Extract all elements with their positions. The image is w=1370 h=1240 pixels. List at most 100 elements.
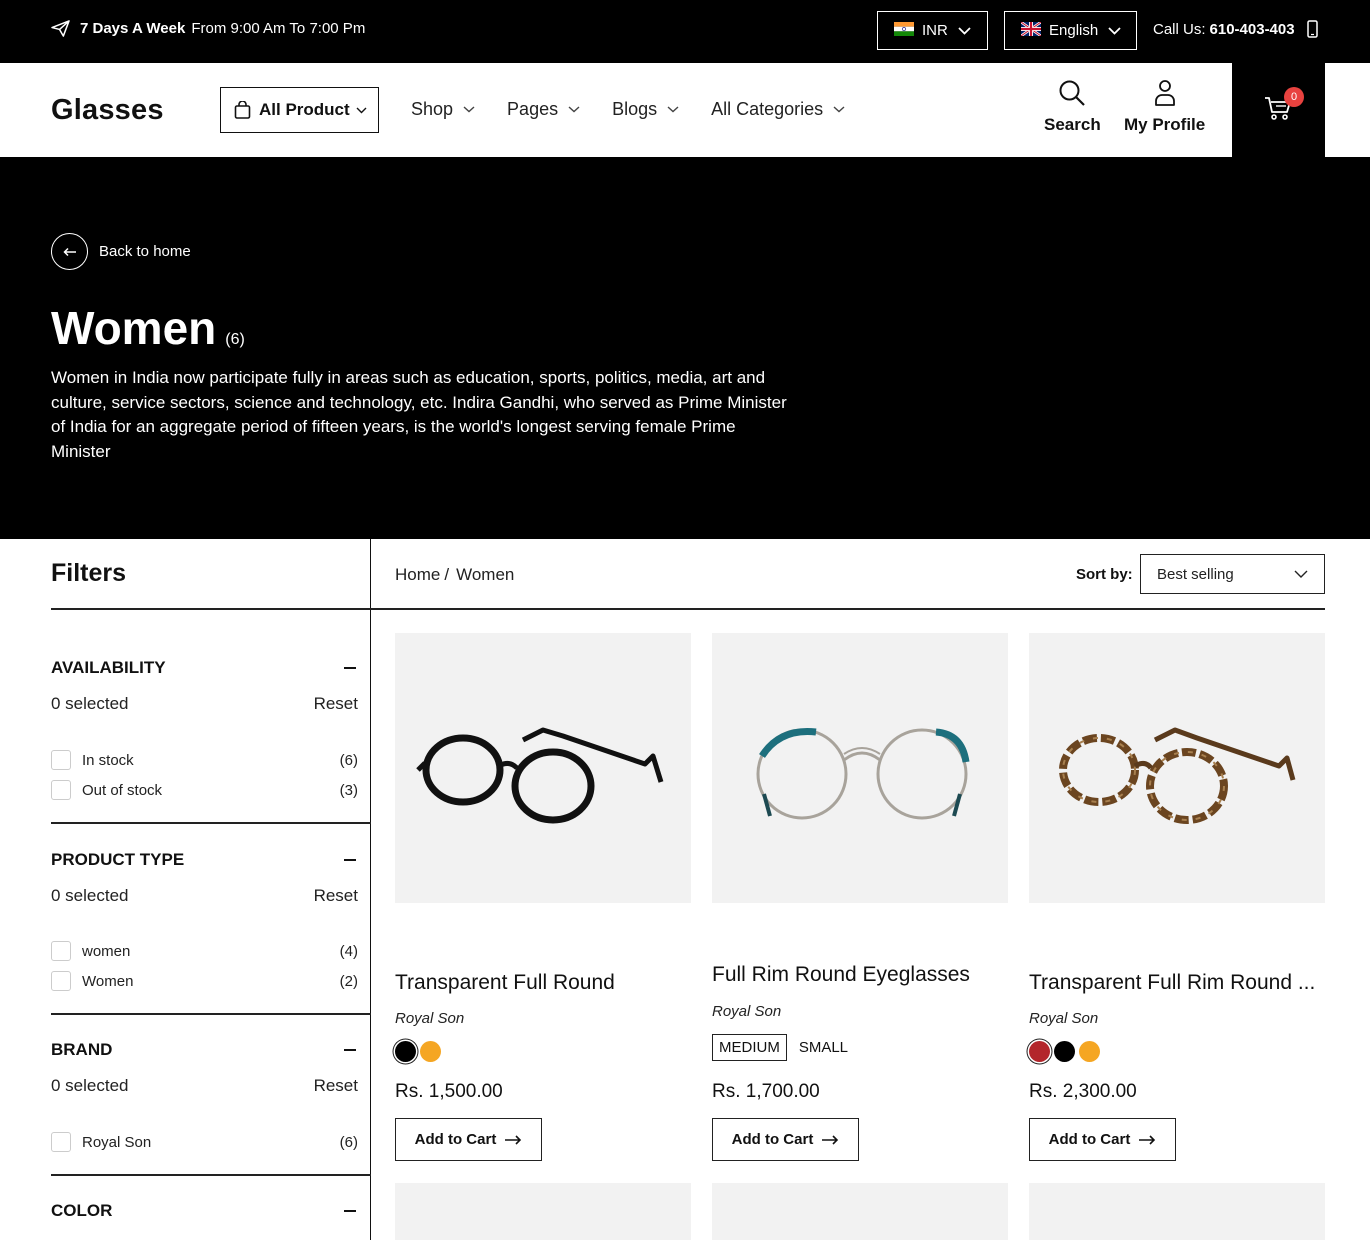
size-option-small[interactable]: SMALL <box>793 1035 854 1060</box>
product-image[interactable] <box>1029 633 1325 903</box>
product-price: Rs. 2,300.00 <box>1029 1081 1137 1102</box>
option-label: Royal Son <box>82 1133 152 1151</box>
site-logo[interactable]: Glasses <box>51 94 164 127</box>
selected-count: 0 selected <box>51 886 129 905</box>
breadcrumb-home[interactable]: Home <box>395 565 440 584</box>
color-swatch-black[interactable] <box>1054 1041 1075 1062</box>
option-count: (3) <box>339 781 358 799</box>
color-swatches <box>1029 1041 1104 1062</box>
currency-selector[interactable]: INR <box>877 11 988 50</box>
option-label: women <box>82 942 131 960</box>
product-title[interactable]: Transparent Full Rim Round ... <box>1029 971 1315 995</box>
collapse-minus-icon[interactable] <box>344 667 356 669</box>
color-swatches <box>395 1041 445 1062</box>
checkbox[interactable] <box>51 780 71 800</box>
chevron-down-icon <box>667 106 679 113</box>
color-swatch-black[interactable] <box>395 1041 416 1062</box>
sort-label: Sort by: <box>1076 566 1133 583</box>
sort-select[interactable]: Best selling <box>1140 554 1325 594</box>
collapse-minus-icon[interactable] <box>344 859 356 861</box>
product-image[interactable] <box>1029 1183 1325 1240</box>
chevron-down-icon <box>833 106 845 113</box>
option-label: Out of stock <box>82 781 163 799</box>
call-us[interactable]: Call Us: 610-403-403 <box>1153 20 1318 38</box>
filter-option-women-upper[interactable]: Women (2) <box>51 971 358 991</box>
nav-all-categories[interactable]: All Categories <box>711 99 845 120</box>
chevron-down-icon <box>958 26 971 35</box>
product-card[interactable] <box>712 633 1008 903</box>
product-title[interactable]: Full Rim Round Eyeglasses <box>712 963 970 987</box>
product-price: Rs. 1,500.00 <box>395 1081 503 1102</box>
reset-link[interactable]: Reset <box>314 1076 358 1096</box>
add-to-cart-button[interactable]: Add to Cart <box>712 1118 859 1161</box>
language-value: English <box>1049 22 1099 39</box>
checkbox[interactable] <box>51 750 71 770</box>
main-header: Glasses All Product Shop Pages Blogs All… <box>0 63 1370 157</box>
size-option-medium[interactable]: MEDIUM <box>712 1034 787 1061</box>
option-count: (4) <box>339 942 358 960</box>
color-swatch-red[interactable] <box>1029 1041 1050 1062</box>
filter-option-in-stock[interactable]: In stock (6) <box>51 750 358 770</box>
color-swatch-orange[interactable] <box>1079 1041 1100 1062</box>
uk-flag-icon <box>1020 20 1042 40</box>
search-label: Search <box>1044 115 1101 134</box>
paper-plane-icon <box>51 20 70 37</box>
page-title: Women <box>51 302 217 354</box>
add-to-cart-button[interactable]: Add to Cart <box>395 1118 542 1161</box>
mobile-phone-icon <box>1306 20 1318 38</box>
search-button[interactable]: Search <box>1044 79 1101 135</box>
product-brand: Royal Son <box>712 1003 782 1020</box>
option-label: In stock <box>82 751 134 769</box>
checkbox[interactable] <box>51 971 71 991</box>
breadcrumb: Home / Women <box>395 565 514 585</box>
add-to-cart-button[interactable]: Add to Cart <box>1029 1118 1176 1161</box>
back-to-home-link[interactable]: Back to home <box>51 233 191 270</box>
back-to-home-label: Back to home <box>99 243 191 260</box>
product-title[interactable]: Transparent Full Round <box>395 971 615 995</box>
color-swatch-orange[interactable] <box>420 1041 441 1062</box>
filter-product-type-header[interactable]: PRODUCT TYPE <box>51 850 356 870</box>
checkbox[interactable] <box>51 1132 71 1152</box>
product-image[interactable] <box>712 1183 1008 1240</box>
tortoise-glasses-image <box>1059 727 1296 824</box>
filter-option-out-of-stock[interactable]: Out of stock (3) <box>51 780 358 800</box>
cart-count-badge: 0 <box>1284 87 1304 107</box>
checkbox[interactable] <box>51 941 71 961</box>
product-card[interactable] <box>1029 1183 1325 1240</box>
nav-blogs-label: Blogs <box>612 99 658 119</box>
arrow-right-icon <box>822 1134 839 1145</box>
nav-shop[interactable]: Shop <box>411 99 475 120</box>
product-image[interactable] <box>395 633 691 903</box>
breadcrumb-separator: / <box>444 565 450 584</box>
filter-option-women-lower[interactable]: women (4) <box>51 941 358 961</box>
option-count: (2) <box>339 972 358 990</box>
product-image[interactable] <box>395 1183 691 1240</box>
collapse-minus-icon[interactable] <box>344 1049 356 1051</box>
product-card[interactable] <box>712 1183 1008 1240</box>
filter-color-header[interactable]: COLOR <box>51 1201 356 1221</box>
top-announcement-bar: 7 Days A Week From 9:00 Am To 7:00 Pm IN… <box>0 0 1370 63</box>
reset-link[interactable]: Reset <box>314 694 358 714</box>
all-product-button[interactable]: All Product <box>220 87 379 133</box>
nav-blogs[interactable]: Blogs <box>612 99 679 120</box>
product-card[interactable] <box>395 633 691 903</box>
reset-link[interactable]: Reset <box>314 886 358 906</box>
filter-section-name: BRAND <box>51 1040 113 1059</box>
divider <box>51 822 371 824</box>
filters-title: Filters <box>51 559 127 587</box>
product-image[interactable] <box>712 633 1008 903</box>
chevron-down-icon <box>356 107 367 113</box>
filter-availability-header[interactable]: AVAILABILITY <box>51 658 356 678</box>
product-card[interactable] <box>395 1183 691 1240</box>
filter-brand-header[interactable]: BRAND <box>51 1040 356 1060</box>
language-selector[interactable]: English <box>1004 11 1137 50</box>
chevron-down-icon <box>1294 570 1308 578</box>
my-profile-button[interactable]: My Profile <box>1124 79 1205 135</box>
cart-button[interactable]: 0 <box>1232 63 1325 157</box>
collapse-minus-icon[interactable] <box>344 1210 356 1212</box>
filter-option-royal-son[interactable]: Royal Son (6) <box>51 1132 358 1152</box>
call-label: Call Us: <box>1153 20 1206 38</box>
product-card[interactable] <box>1029 633 1325 903</box>
nav-pages[interactable]: Pages <box>507 99 580 120</box>
option-label: Women <box>82 972 134 990</box>
